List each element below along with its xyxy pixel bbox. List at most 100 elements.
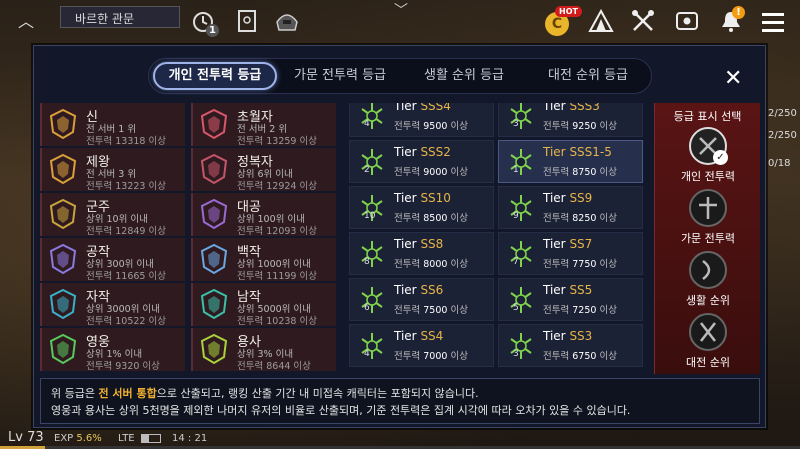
hamburger-menu-icon[interactable] (762, 13, 784, 37)
inventory-count-b: 2/250 (768, 130, 797, 141)
tier-power: 전투력 8500 이상 (394, 213, 468, 224)
tier-emblem-icon (510, 103, 532, 129)
rank-card[interactable]: 초월자 전 서버 2 위 전투력 13259 이상 (191, 103, 336, 147)
tier-name: Tier SSS1-5 (543, 145, 612, 159)
rank-emblem-icon (49, 198, 77, 230)
tier-name: Tier SS4 (394, 329, 444, 343)
chevron-down-icon[interactable]: ﹀ (394, 0, 408, 20)
bottom-status-bar: Lv 73 EXP 5.6% LTE 14 : 21 (0, 429, 800, 449)
rank-power: 전투력 12849 이상 (86, 226, 166, 237)
tab-bar: 개인 전투력 등급 가문 전투력 등급 생활 순위 등급 대전 순위 등급 (148, 58, 652, 94)
option-label: 대전 순위 (686, 356, 730, 369)
grade-list-panel[interactable]: 신 전 서버 1 위 전투력 13318 이상 초월자 전 서버 2 위 전투력… (40, 103, 660, 374)
display-option[interactable]: 대전 순위 (655, 313, 761, 370)
tier-card[interactable]: 4 Tier SS4 전투력 7000 이상 (349, 324, 494, 367)
rank-card[interactable]: 대공 상위 100위 이내 전투력 12093 이상 (191, 193, 336, 237)
tier-card[interactable]: 5 Tier SS5 전투력 7250 이상 (498, 278, 643, 321)
tier-card[interactable]: 3 Tier SSS3 전투력 9250 이상 (498, 103, 643, 137)
tier-number: 3 (513, 349, 519, 359)
display-option[interactable]: 생활 순위 (655, 251, 761, 308)
rank-power: 전투력 13318 이상 (86, 136, 166, 147)
tier-name: Tier SS10 (394, 191, 451, 205)
notification-badge: ! (732, 6, 745, 19)
tab-personal-power[interactable]: 개인 전투력 등급 (153, 62, 277, 90)
level-label: Lv 73 (8, 430, 44, 445)
inventory-count-c: 0/18 (768, 158, 791, 169)
rank-card[interactable]: 용사 상위 3% 이내 전투력 8644 이상 (191, 328, 336, 372)
tier-name: Tier SS3 (543, 329, 593, 343)
crossed-axes-icon[interactable] (628, 6, 658, 36)
chevron-up-icon[interactable]: ︿ (18, 8, 34, 32)
tier-card[interactable]: 3 Tier SS3 전투력 6750 이상 (498, 324, 643, 367)
tab-family-power[interactable]: 가문 전투력 등급 (281, 62, 399, 90)
timer-badge: 1 (206, 24, 219, 37)
option-label: 개인 전투력 (680, 170, 736, 183)
rank-card[interactable]: 자작 상위 3000위 이내 전투력 10522 이상 (40, 283, 185, 327)
option-emblem-icon: ✓ (689, 127, 728, 165)
top-hud: ︿ 바르한 관문 1 ﹀ C HOT ! (0, 0, 800, 44)
rank-emblem-icon (49, 108, 77, 140)
rank-card[interactable]: 신 전 서버 1 위 전투력 13318 이상 (40, 103, 185, 147)
tier-emblem-icon (510, 241, 532, 267)
tier-card[interactable]: 9 Tier SS9 전투력 8250 이상 (498, 186, 643, 229)
tier-power: 전투력 9500 이상 (394, 121, 468, 132)
rank-card[interactable]: 백작 상위 1000위 이내 전투력 11199 이상 (191, 238, 336, 282)
rank-emblem-icon (200, 288, 228, 320)
tier-emblem-icon (510, 287, 532, 313)
option-emblem-icon (689, 313, 727, 351)
tier-number: 4 (364, 349, 370, 359)
rank-card[interactable]: 영웅 상위 1% 이내 전투력 9320 이상 (40, 328, 185, 372)
tab-life-rank[interactable]: 생활 순위 등급 (405, 62, 523, 90)
tier-emblem-icon (510, 333, 532, 359)
tab-battle-rank[interactable]: 대전 순위 등급 (529, 62, 647, 90)
helmet-icon[interactable] (272, 6, 302, 36)
rank-card[interactable]: 남작 상위 5000위 이내 전투력 10238 이상 (191, 283, 336, 327)
tier-number: 8 (364, 257, 370, 267)
tier-power: 전투력 7500 이상 (394, 305, 468, 316)
tier-card[interactable]: 2 Tier SSS2 전투력 9000 이상 (349, 140, 494, 183)
rank-card[interactable]: 정복자 상위 6위 이내 전투력 12924 이상 (191, 148, 336, 192)
storage-box-icon[interactable] (672, 6, 702, 36)
tier-card[interactable]: 6 Tier SS6 전투력 7500 이상 (349, 278, 494, 321)
rank-card[interactable]: 공작 상위 300위 이내 전투력 11665 이상 (40, 238, 185, 282)
tier-number: 9 (513, 211, 519, 221)
rank-power: 전투력 12924 이상 (237, 181, 317, 192)
tier-number: 3 (513, 119, 519, 129)
tier-number: 4 (364, 119, 370, 129)
inventory-count-a: 2/250 (768, 108, 797, 119)
camp-icon[interactable] (586, 6, 616, 36)
hot-badge: HOT (555, 6, 582, 17)
close-button[interactable]: ✕ (724, 66, 742, 91)
rank-power: 전투력 11199 이상 (237, 271, 317, 282)
tier-number: 10 (364, 211, 376, 221)
tier-name: Tier SSS4 (394, 103, 451, 113)
tier-number: 7 (513, 257, 519, 267)
tier-card[interactable]: 4 Tier SSS4 전투력 9500 이상 (349, 103, 494, 137)
tier-card[interactable]: 8 Tier SS8 전투력 8000 이상 (349, 232, 494, 275)
battery-icon (141, 434, 161, 443)
rank-power: 전투력 8644 이상 (237, 361, 311, 372)
tier-card[interactable]: 1 Tier SSS1-5 전투력 8750 이상 (498, 140, 643, 183)
rank-power: 전투력 13259 이상 (237, 136, 317, 147)
right-side-hud: 2/250 2/250 0/18 (766, 60, 800, 360)
ranking-grade-modal: 개인 전투력 등급 가문 전투력 등급 생활 순위 등급 대전 순위 등급 ✕ … (33, 45, 766, 428)
tier-card[interactable]: 7 Tier SS7 전투력 7750 이상 (498, 232, 643, 275)
exp-readout: EXP 5.6% (54, 433, 102, 444)
network-label: LTE (118, 433, 135, 444)
display-option[interactable]: 가문 전투력 (655, 189, 761, 246)
rank-card[interactable]: 군주 상위 10위 이내 전투력 12849 이상 (40, 193, 185, 237)
tier-emblem-icon (361, 149, 383, 175)
tier-power: 전투력 7750 이상 (543, 259, 617, 270)
tier-emblem-icon (361, 103, 383, 129)
tier-name: Tier SSS2 (394, 145, 451, 159)
check-icon: ✓ (713, 150, 728, 165)
book-icon[interactable] (232, 6, 262, 36)
option-emblem-icon (689, 251, 727, 289)
tier-number: 2 (364, 165, 370, 175)
left-side-hud (0, 38, 34, 418)
rank-card[interactable]: 제왕 전 서버 3 위 전투력 13223 이상 (40, 148, 185, 192)
display-option[interactable]: ✓ 개인 전투력 (655, 127, 761, 184)
location-title[interactable]: 바르한 관문 (60, 6, 180, 28)
rank-power: 전투력 13223 이상 (86, 181, 166, 192)
tier-card[interactable]: 10 Tier SS10 전투력 8500 이상 (349, 186, 494, 229)
